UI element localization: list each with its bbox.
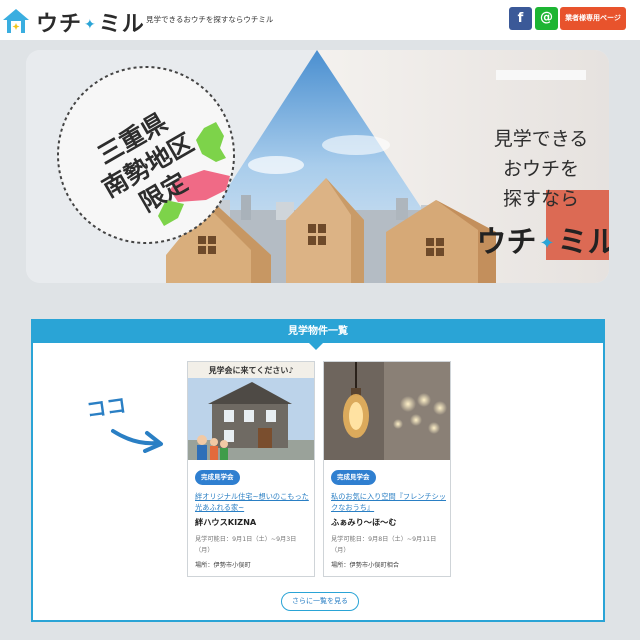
company-name: ふぁみり～ほ～む xyxy=(331,517,397,527)
hero-copy: 見学できる おウチを 探すなら xyxy=(466,124,609,214)
available-dates: 見学可能日：9月8日（土）~9月11日（月） xyxy=(331,536,437,554)
photo-banner-text: 見学会に来てください♪ xyxy=(208,365,294,375)
property-photo[interactable]: 見学会に来てください♪ xyxy=(188,362,314,460)
available-dates: 見学可能日：9月1日（土）~9月3日（月） xyxy=(195,536,297,554)
hero-copy-line-3: 探すなら xyxy=(502,188,579,210)
hero-brand-right: ミル xyxy=(557,225,609,260)
company-name: 絆ハウスKIZNA xyxy=(195,517,257,527)
listing-panel: 見学物件一覧 ココ 見学会に来てください♪ 完成見学会 絆オリジナル住宅~想いの… xyxy=(31,319,605,622)
logo-text-right: ミル xyxy=(98,12,145,37)
hero-copy-line-2: おウチを xyxy=(502,158,579,180)
vendor-page-button[interactable]: 業者様専用ページ xyxy=(560,7,626,30)
property-card[interactable]: 見学会に来てください♪ 完成見学会 絆オリジナル住宅~想いのこもった光あふれる家… xyxy=(187,361,315,577)
logo-text-left: ウチ xyxy=(36,12,83,37)
house-logo-icon xyxy=(3,9,29,33)
facebook-button[interactable]: f xyxy=(509,7,532,30)
site-logo[interactable]: ウチ ✦ミル xyxy=(2,6,145,38)
koko-text: ココ xyxy=(85,393,128,422)
property-card[interactable]: 完成見学会 私のお気に入り空間『フレンチシックなおうち』 ふぁみり～ほ～む 見学… xyxy=(323,361,451,577)
property-photo[interactable] xyxy=(324,362,450,460)
location: 場所：伊勢市小俣町 xyxy=(195,562,251,569)
site-tagline: 見学できるおウチを探すならウチミル xyxy=(146,15,274,24)
koko-annotation: ココ xyxy=(85,393,163,453)
line-button[interactable]: @ xyxy=(535,7,558,30)
hero-copy-line-1: 見学できる xyxy=(493,128,589,150)
logo-dot: ✦ xyxy=(84,17,97,33)
status-badge: 完成見学会 xyxy=(195,470,240,485)
hero-brand-left: ウチ xyxy=(476,225,537,260)
logo-wordmark: ウチ ✦ミル xyxy=(36,6,145,38)
location: 場所：伊勢市小俣町相合 xyxy=(331,562,400,569)
site-header: ウチ ✦ミル 見学できるおウチを探すならウチミル f @ 業者様専用ページ xyxy=(0,0,640,40)
listing-title: 見学物件一覧 xyxy=(33,321,603,343)
hero-brand-dot: ✦ xyxy=(539,233,555,254)
hero-banner: 三重県 南勢地区 限定 見学できる おウチを 探すなら ウチ ✦ ミル xyxy=(26,50,609,283)
hero-brand: ウチ ✦ ミル xyxy=(472,217,609,261)
property-title-link[interactable]: 私のお気に入り空間『フレンチシックなおうち』 xyxy=(331,491,447,513)
title-notch xyxy=(309,343,323,350)
see-more-button[interactable]: さらに一覧を見る xyxy=(281,592,359,611)
status-badge: 完成見学会 xyxy=(331,470,376,485)
property-title-link[interactable]: 絆オリジナル住宅~想いのこもった光あふれる家~ xyxy=(195,491,311,513)
